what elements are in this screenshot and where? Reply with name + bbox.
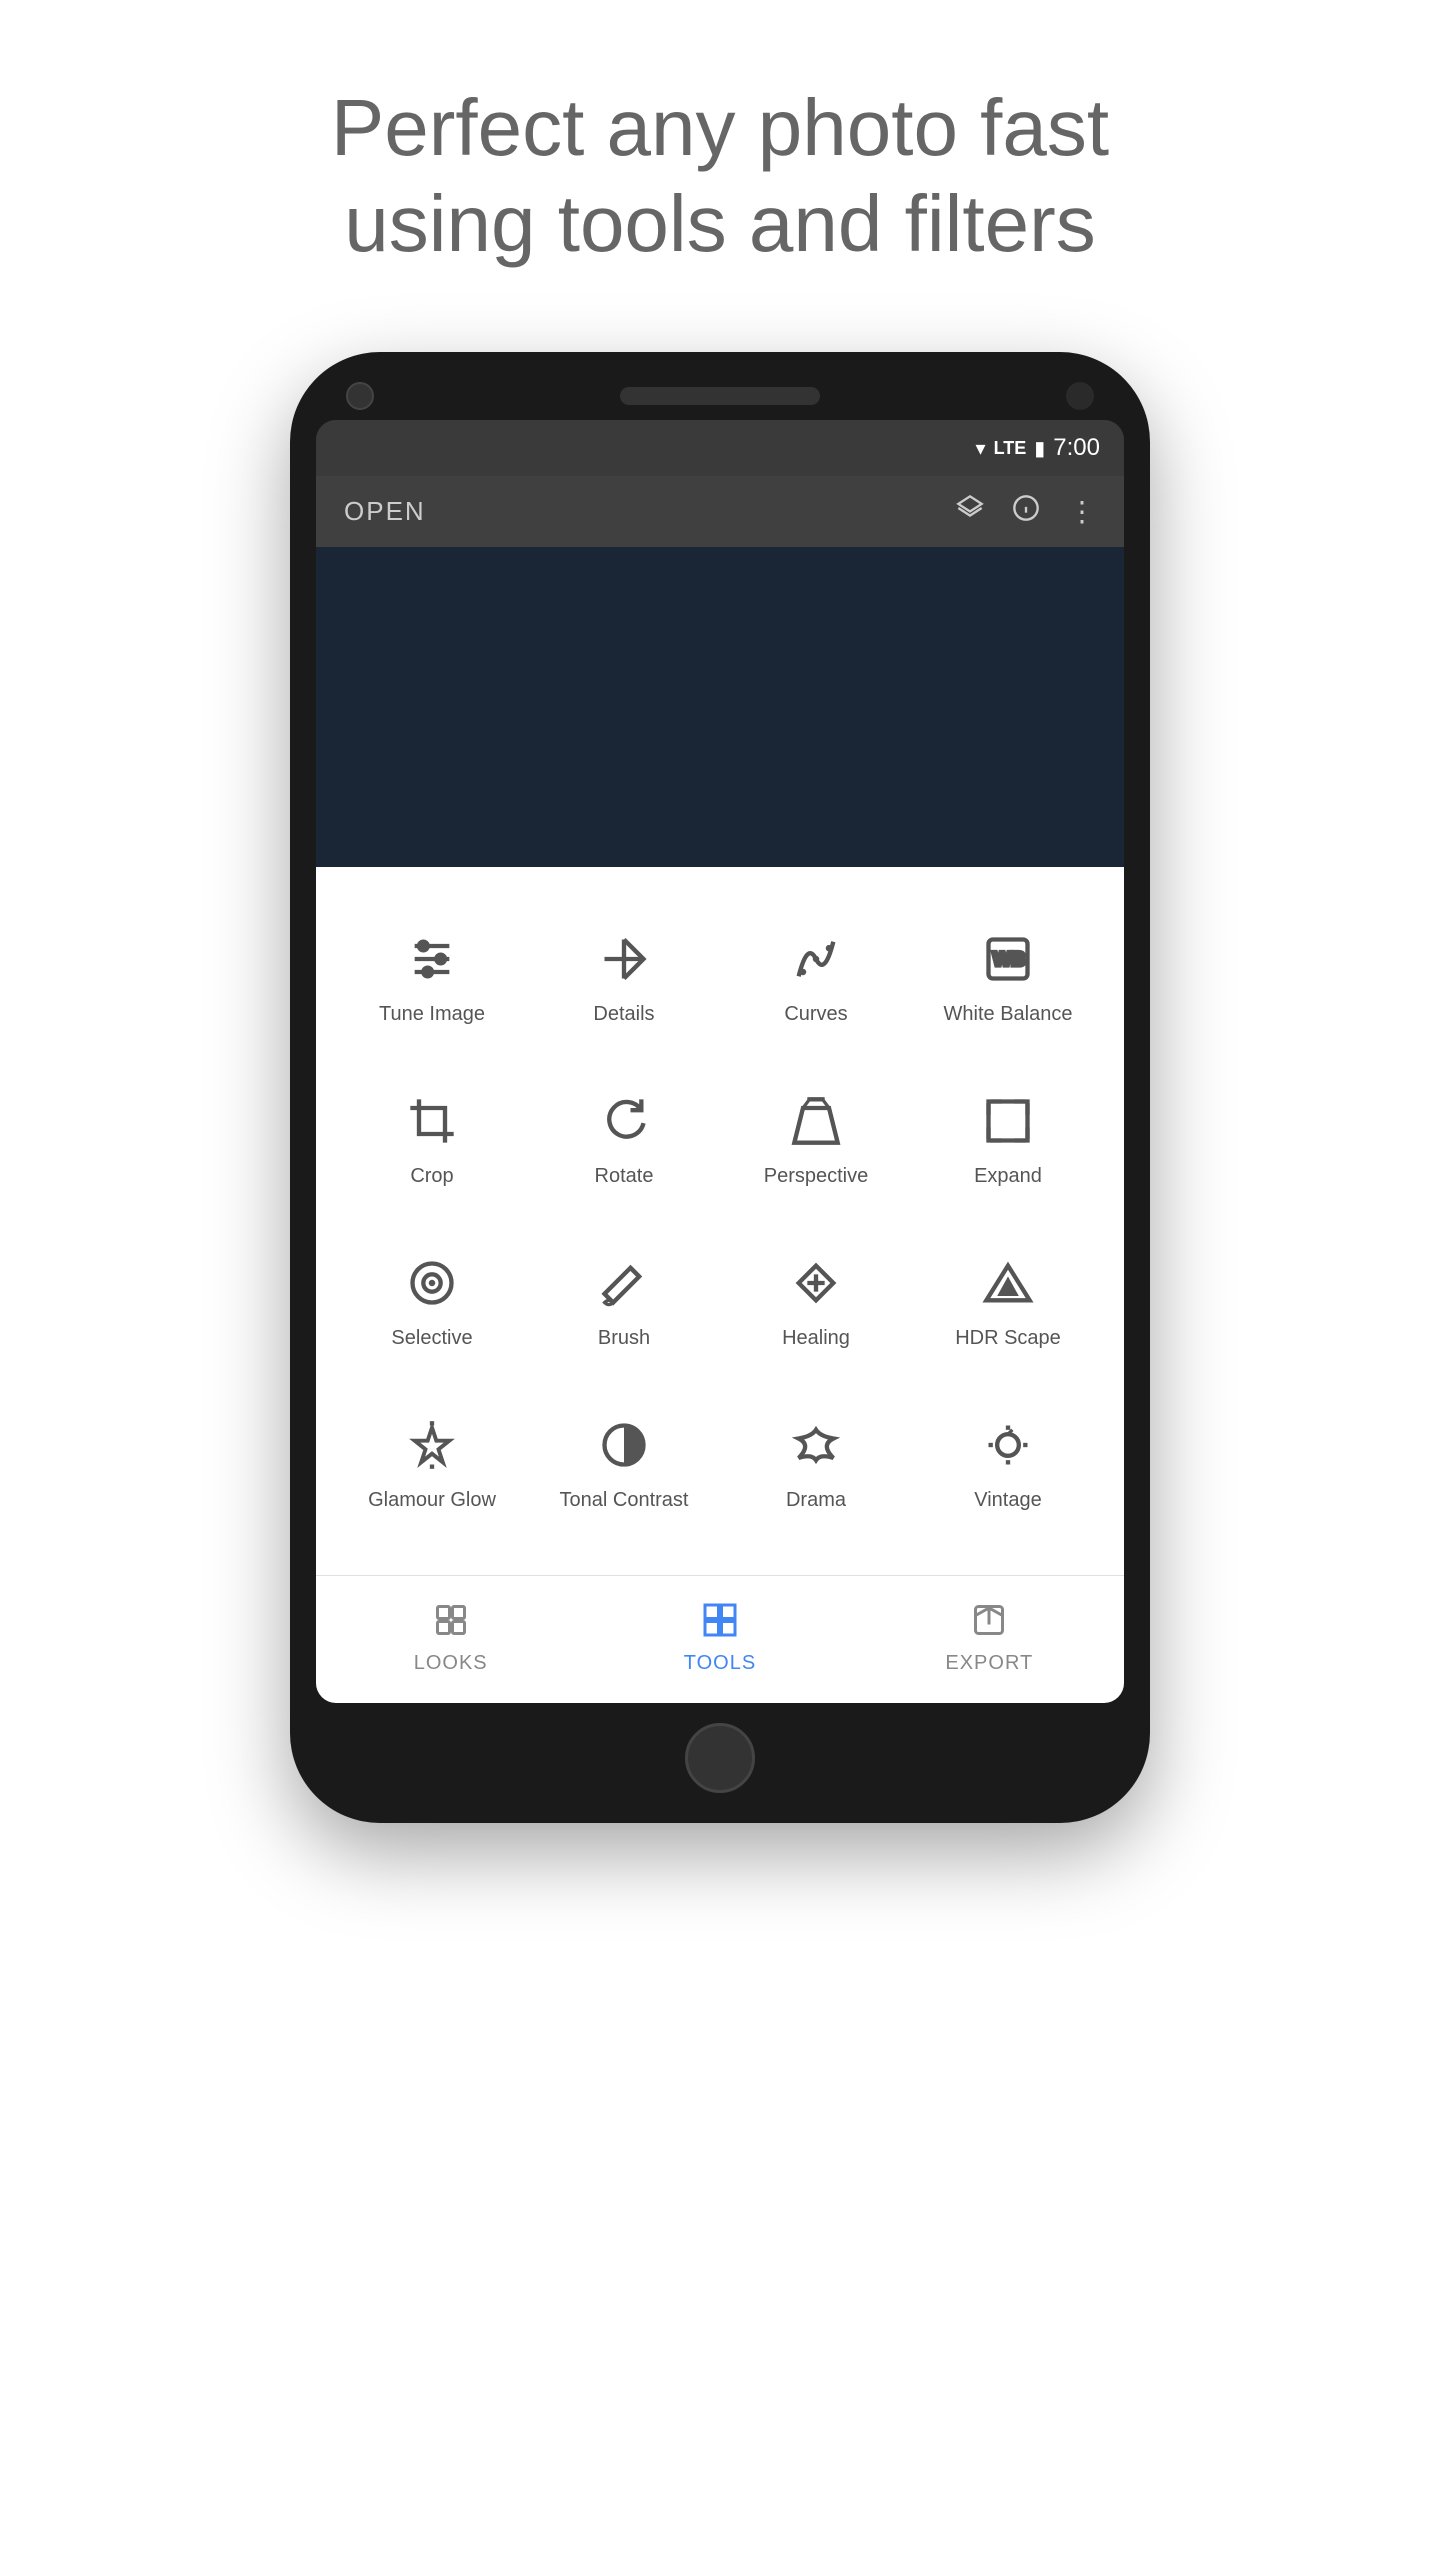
nav-export[interactable]: EXPORT xyxy=(855,1596,1124,1675)
healing-icon xyxy=(786,1253,846,1313)
tune-image-icon xyxy=(402,929,462,989)
tool-tonal-contrast[interactable]: Tonal Contrast xyxy=(528,1383,720,1545)
healing-label: Healing xyxy=(782,1325,850,1351)
looks-nav-icon xyxy=(427,1596,475,1644)
glamour-glow-label: Glamour Glow xyxy=(368,1487,496,1513)
nav-looks[interactable]: LOOKS xyxy=(316,1596,585,1675)
tool-perspective[interactable]: Perspective xyxy=(720,1059,912,1221)
home-button[interactable] xyxy=(685,1723,755,1793)
bottom-nav: LOOKS TOOLS xyxy=(316,1575,1124,1703)
photo-area xyxy=(316,547,1124,867)
phone-screen: ▾ LTE ▮ 7:00 OPEN xyxy=(316,420,1124,1703)
headline-line1: Perfect any photo fast xyxy=(331,83,1109,172)
headline-line2: using tools and filters xyxy=(344,179,1096,268)
tool-grid: Tune Image Details xyxy=(336,897,1104,1545)
curves-label: Curves xyxy=(784,1001,847,1027)
status-bar: ▾ LTE ▮ 7:00 xyxy=(316,420,1124,476)
white-balance-label: White Balance xyxy=(944,1001,1073,1027)
crop-icon xyxy=(402,1091,462,1151)
looks-nav-label: LOOKS xyxy=(414,1652,488,1675)
tool-white-balance[interactable]: WB White Balance xyxy=(912,897,1104,1059)
tonal-contrast-label: Tonal Contrast xyxy=(560,1487,689,1513)
tool-expand[interactable]: Expand xyxy=(912,1059,1104,1221)
wifi-icon: ▾ xyxy=(976,436,986,461)
app-toolbar: OPEN ⋮ xyxy=(316,476,1124,547)
hdr-scape-icon xyxy=(978,1253,1038,1313)
phone-sensor xyxy=(1066,382,1094,410)
vintage-label: Vintage xyxy=(974,1487,1041,1513)
tool-glamour-glow[interactable]: Glamour Glow xyxy=(336,1383,528,1545)
crop-label: Crop xyxy=(410,1163,453,1189)
tune-image-label: Tune Image xyxy=(379,1001,485,1027)
phone-bottom xyxy=(316,1723,1124,1793)
phone-shell: ▾ LTE ▮ 7:00 OPEN xyxy=(290,352,1150,1823)
phone-camera xyxy=(346,382,374,410)
battery-icon: ▮ xyxy=(1034,436,1045,461)
tool-curves[interactable]: Curves xyxy=(720,897,912,1059)
expand-icon xyxy=(978,1091,1038,1151)
toolbar-icons: ⋮ xyxy=(956,494,1096,529)
curves-icon xyxy=(786,929,846,989)
tool-vintage[interactable]: Vintage xyxy=(912,1383,1104,1545)
tonal-contrast-icon xyxy=(594,1415,654,1475)
drama-icon xyxy=(786,1415,846,1475)
headline: Perfect any photo fast using tools and f… xyxy=(331,80,1109,272)
details-label: Details xyxy=(593,1001,654,1027)
lte-icon: LTE xyxy=(994,438,1027,459)
svg-text:WB: WB xyxy=(993,949,1026,971)
hdr-scape-label: HDR Scape xyxy=(955,1325,1061,1351)
layers-icon[interactable] xyxy=(956,494,984,529)
tool-healing[interactable]: Healing xyxy=(720,1221,912,1383)
vintage-icon xyxy=(978,1415,1038,1475)
tool-hdr-scape[interactable]: HDR Scape xyxy=(912,1221,1104,1383)
expand-label: Expand xyxy=(974,1163,1042,1189)
tool-selective[interactable]: Selective xyxy=(336,1221,528,1383)
drama-label: Drama xyxy=(786,1487,846,1513)
white-balance-icon: WB xyxy=(978,929,1038,989)
tool-crop[interactable]: Crop xyxy=(336,1059,528,1221)
tool-brush[interactable]: Brush xyxy=(528,1221,720,1383)
glamour-glow-icon xyxy=(402,1415,462,1475)
rotate-icon xyxy=(594,1091,654,1151)
rotate-label: Rotate xyxy=(595,1163,654,1189)
perspective-label: Perspective xyxy=(764,1163,869,1189)
phone-top-bar xyxy=(316,382,1124,410)
tool-details[interactable]: Details xyxy=(528,897,720,1059)
nav-tools[interactable]: TOOLS xyxy=(585,1596,854,1675)
phone-speaker xyxy=(620,387,820,405)
perspective-icon xyxy=(786,1091,846,1151)
tools-nav-icon xyxy=(696,1596,744,1644)
details-icon xyxy=(594,929,654,989)
selective-icon xyxy=(402,1253,462,1313)
export-nav-label: EXPORT xyxy=(945,1652,1033,1675)
tool-rotate[interactable]: Rotate xyxy=(528,1059,720,1221)
tool-drama[interactable]: Drama xyxy=(720,1383,912,1545)
tools-panel: Tune Image Details xyxy=(316,867,1124,1575)
info-icon[interactable] xyxy=(1012,494,1040,529)
status-icons: ▾ LTE ▮ 7:00 xyxy=(976,434,1100,462)
brush-icon xyxy=(594,1253,654,1313)
brush-label: Brush xyxy=(598,1325,650,1351)
tools-nav-label: TOOLS xyxy=(684,1652,756,1675)
export-nav-icon xyxy=(965,1596,1013,1644)
tool-tune-image[interactable]: Tune Image xyxy=(336,897,528,1059)
open-button[interactable]: OPEN xyxy=(344,496,426,527)
selective-label: Selective xyxy=(391,1325,472,1351)
status-time: 7:00 xyxy=(1053,434,1100,462)
more-icon[interactable]: ⋮ xyxy=(1068,495,1096,528)
